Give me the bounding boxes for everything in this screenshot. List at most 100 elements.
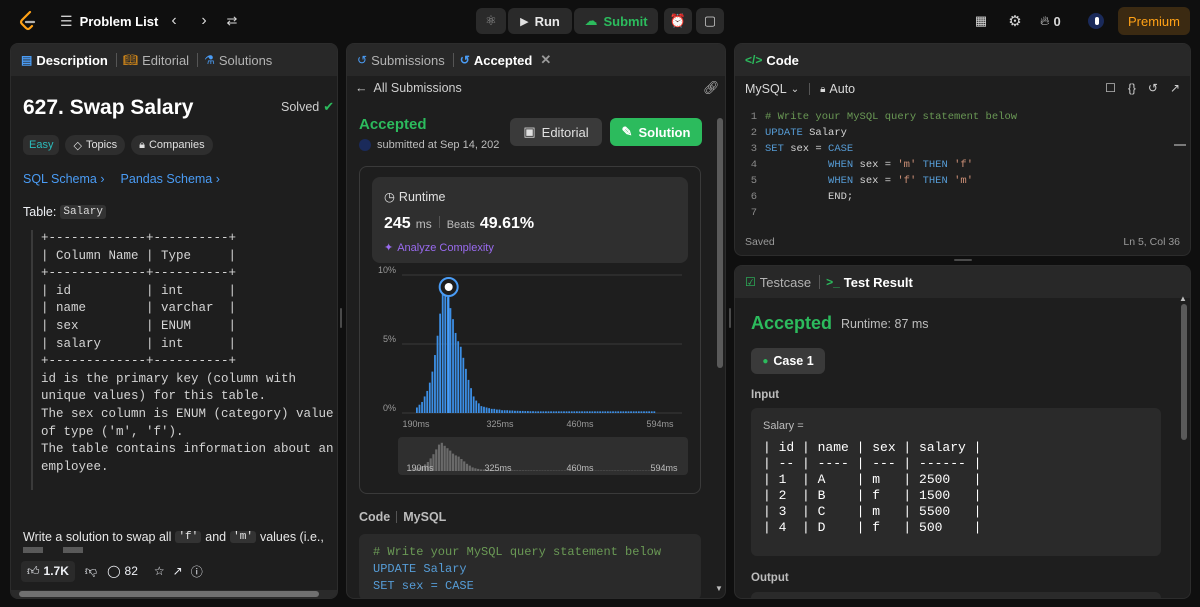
histogram-bar: [516, 410, 519, 413]
code-section-heading: Code MySQL: [359, 510, 446, 524]
shuffle-icon[interactable]: ⇄: [224, 11, 240, 31]
tab-description[interactable]: ▤ Description: [21, 53, 108, 68]
streak-counter[interactable]: 🔥︎ 0: [1040, 11, 1061, 31]
reset-icon[interactable]: ↺: [1148, 81, 1158, 95]
scroll-up-icon[interactable]: ▲: [1179, 294, 1187, 303]
help-icon[interactable]: ⓘ: [191, 563, 203, 580]
vertical-scrollbar[interactable]: [717, 118, 723, 368]
timer-button[interactable]: ⏰: [664, 8, 692, 34]
auto-mode[interactable]: 🔒︎ Auto: [820, 82, 855, 96]
overview-tick-label: 460ms: [566, 463, 594, 473]
runtime-distribution-chart[interactable]: 10% 5% 0% 190ms 325ms 460ms 594ms 190ms 325ms 460…: [360, 263, 700, 495]
input-table-line: | 2 | B | f | 1500 |: [763, 488, 982, 503]
close-icon[interactable]: ✕: [540, 52, 551, 68]
schema-line: +-------------+----------+: [41, 354, 237, 369]
horizontal-scrollbar[interactable]: [11, 590, 337, 598]
histogram-bar: [614, 411, 617, 413]
tab-solutions[interactable]: ⚗ Solutions: [204, 53, 272, 68]
submission-tabs: ↺ Submissions ↺ Accepted ✕: [347, 44, 725, 76]
analyze-complexity-link[interactable]: ✦ Analyze Complexity: [384, 241, 494, 255]
tab-test-result[interactable]: >_ Test Result: [826, 275, 913, 290]
layout-grid-icon[interactable]: ▦: [972, 11, 990, 31]
histogram-bar: [539, 411, 542, 413]
companies-button[interactable]: 🔒︎ Companies: [131, 135, 213, 155]
comments-button[interactable]: ◯ 82: [107, 564, 138, 578]
tab-accepted-label: Accepted: [473, 52, 533, 68]
overview-bar: [446, 448, 449, 471]
histogram-bar: [643, 411, 645, 413]
histogram-bar: [552, 411, 555, 413]
runtime-unit: ms: [415, 217, 432, 231]
tab-testcase[interactable]: ☑ Testcase: [745, 275, 811, 290]
submit-button[interactable]: ☁ Submit: [574, 8, 658, 34]
history-icon: ↺: [357, 53, 368, 67]
histogram-bar: [493, 408, 496, 413]
overview-bar: [479, 469, 483, 471]
code-token: END;: [765, 191, 854, 203]
panel-resizer-right[interactable]: [954, 259, 972, 261]
histogram-bar: [521, 410, 524, 413]
histogram-bar: [557, 411, 560, 413]
tab-divider: [452, 53, 454, 67]
link-icon[interactable]: 🔗︎: [703, 80, 720, 96]
sql-schema-link[interactable]: SQL Schema ›: [23, 172, 105, 186]
tab-accepted[interactable]: ↺ Accepted ✕: [460, 52, 552, 68]
format-braces-icon[interactable]: {}: [1128, 81, 1136, 95]
histogram-bar: [472, 396, 475, 413]
scroll-down-icon[interactable]: ▼: [715, 584, 723, 593]
runtime-summary[interactable]: ◷ Runtime 245 ms Beats 49.61% ✦ Analyze …: [372, 177, 688, 263]
result-runtime: Runtime: 87 ms: [841, 317, 929, 331]
notes-button[interactable]: ▢: [696, 8, 724, 34]
debug-button[interactable]: ⚛: [476, 8, 506, 34]
submission-panel: ↺ Submissions ↺ Accepted ✕ ← All Submiss…: [346, 43, 726, 599]
dislike-button[interactable]: 👎︎: [83, 561, 99, 582]
runtime-card: ◷ Runtime 245 ms Beats 49.61% ✦ Analyze …: [359, 166, 701, 494]
histogram-bar: [506, 410, 509, 413]
histogram-bar: [570, 411, 573, 413]
line-number: 2: [750, 127, 757, 139]
overview-bar: [443, 445, 446, 471]
code-editor[interactable]: 1 # Write your MySQL query statement belo…: [735, 109, 1185, 224]
avatar[interactable]: [1088, 13, 1104, 29]
submit-label: Submit: [603, 13, 648, 29]
tab-code[interactable]: </> Code: [745, 53, 799, 68]
language-select[interactable]: MySQL ⌄: [745, 82, 799, 96]
histogram-bar: [560, 411, 563, 413]
back-label: All Submissions: [373, 81, 462, 95]
tab-editorial[interactable]: 📖︎ Editorial: [123, 53, 189, 68]
cloud-upload-icon: ☁: [584, 13, 598, 28]
bookmark-icon[interactable]: ☐: [1105, 81, 1116, 95]
difficulty-badge[interactable]: Easy: [23, 135, 60, 155]
tab-description-label: Description: [36, 52, 108, 68]
case-1-tab[interactable]: ● Case 1: [751, 348, 825, 374]
prev-problem-icon[interactable]: ‹: [166, 11, 182, 31]
like-button[interactable]: 👍︎ 1.7K: [21, 560, 75, 582]
next-problem-icon[interactable]: ›: [196, 11, 212, 31]
share-icon[interactable]: ↗: [173, 564, 183, 578]
editorial-button[interactable]: ▣ Editorial: [510, 118, 602, 146]
comment-count: 82: [124, 564, 138, 578]
panel-resizer-mid[interactable]: [729, 308, 731, 328]
code-token: 'f': [954, 159, 973, 171]
pandas-schema-link[interactable]: Pandas Schema ›: [121, 172, 220, 186]
run-button[interactable]: ▶ Run: [508, 8, 572, 34]
star-icon[interactable]: ☆: [154, 564, 165, 578]
tab-submissions[interactable]: ↺ Submissions: [357, 53, 445, 68]
histogram-bar: [428, 382, 431, 413]
back-to-submissions[interactable]: ← All Submissions: [355, 81, 462, 95]
histogram-bar: [441, 291, 444, 413]
topics-button[interactable]: ◇ Topics: [65, 135, 126, 155]
solution-button[interactable]: ✎ Solution: [610, 118, 702, 146]
expand-icon[interactable]: ↗: [1170, 81, 1180, 95]
histogram-bar: [581, 411, 583, 413]
history-icon: ↺: [459, 53, 470, 67]
submitted-info: submitted at Sep 14, 202: [359, 139, 499, 151]
premium-button[interactable]: Premium: [1118, 7, 1190, 35]
settings-gear-icon[interactable]: ⚙: [1006, 11, 1024, 31]
leetcode-logo[interactable]: [18, 11, 38, 31]
histogram-bar: [609, 411, 612, 413]
problem-list-button[interactable]: ☰ Problem List: [60, 11, 158, 31]
vertical-scrollbar[interactable]: [1181, 304, 1187, 440]
panel-resizer-left[interactable]: [340, 308, 342, 328]
note-icon: ▢: [703, 13, 717, 28]
